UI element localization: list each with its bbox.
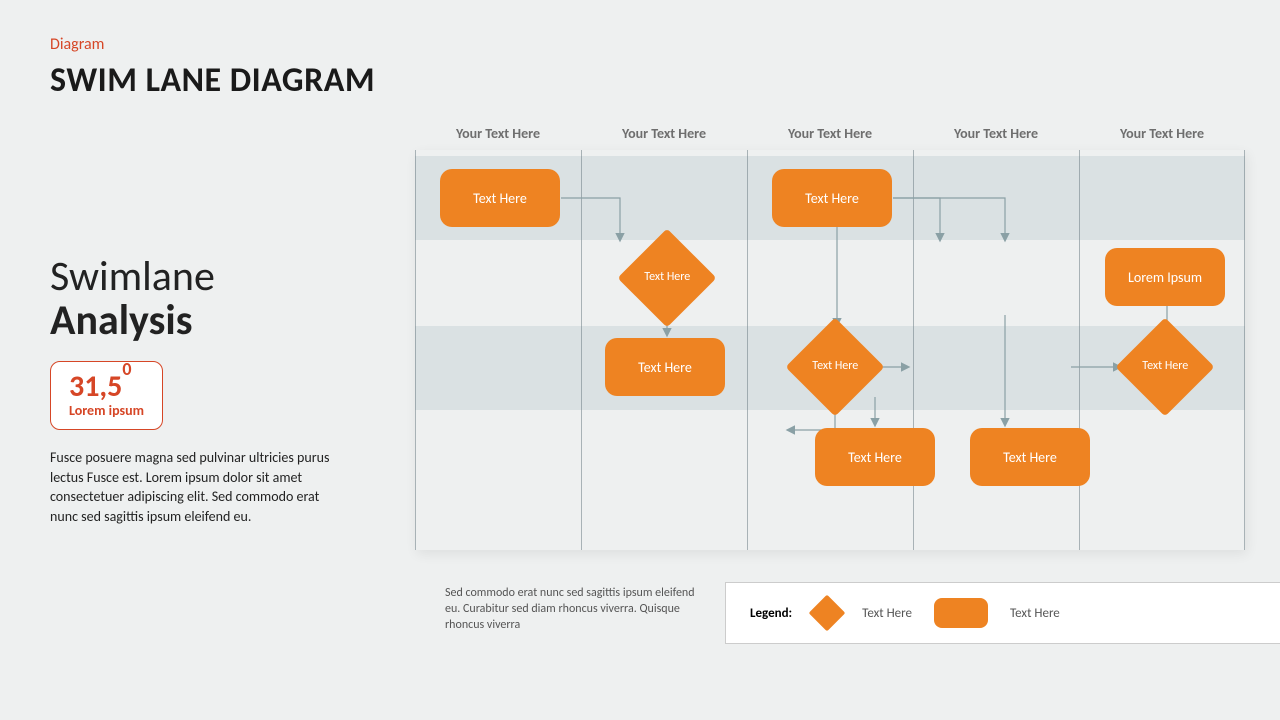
stat-pill: 31,50 Lorem ipsum [50, 361, 163, 430]
lane-divider [1079, 150, 1080, 550]
column-header: Your Text Here [913, 125, 1079, 142]
column-header: Your Text Here [581, 125, 747, 142]
lane-divider [747, 150, 748, 550]
analysis-heading-line2: Analysis [50, 295, 193, 346]
footnote-text: Sed commodo erat nunc sed sagittis ipsum… [445, 585, 705, 634]
analysis-heading: Swimlane Analysis [50, 255, 350, 343]
lane-divider [581, 150, 582, 550]
lane-divider [913, 150, 914, 550]
lane-divider [1244, 150, 1245, 550]
stat-value: 31,50 [69, 370, 144, 402]
column-headers: Your Text Here Your Text Here Your Text … [415, 125, 1245, 142]
stat-caption: Lorem ipsum [69, 402, 144, 419]
swimlane-diagram: Your Text Here Your Text Here Your Text … [415, 125, 1245, 555]
body-copy: Fusce posuere magna sed pulvinar ultrici… [50, 448, 340, 526]
legend-rect-label: Text Here [1010, 606, 1060, 621]
rect-icon [934, 598, 988, 628]
process-node[interactable]: Text Here [440, 169, 560, 227]
column-header: Your Text Here [747, 125, 913, 142]
diamond-icon [809, 595, 846, 632]
lanes-area: Text Here Text Here Text Here Lorem Ipsu… [415, 150, 1245, 550]
left-column: Swimlane Analysis 31,50 Lorem ipsum Fusc… [50, 255, 350, 527]
legend-diamond-label: Text Here [862, 606, 912, 621]
column-header: Your Text Here [1079, 125, 1245, 142]
legend: Legend: Text Here Text Here [725, 582, 1280, 644]
legend-title: Legend: [750, 606, 792, 621]
decision-node[interactable]: Text Here [618, 229, 717, 328]
slide-title: SWIM LANE DIAGRAM [50, 60, 375, 101]
kicker-label: Diagram [50, 35, 104, 54]
process-node[interactable]: Text Here [970, 428, 1090, 486]
lane-divider [415, 150, 416, 550]
process-node[interactable]: Text Here [772, 169, 892, 227]
process-node[interactable]: Text Here [815, 428, 935, 486]
process-node[interactable]: Lorem Ipsum [1105, 248, 1225, 306]
column-header: Your Text Here [415, 125, 581, 142]
process-node[interactable]: Text Here [605, 338, 725, 396]
